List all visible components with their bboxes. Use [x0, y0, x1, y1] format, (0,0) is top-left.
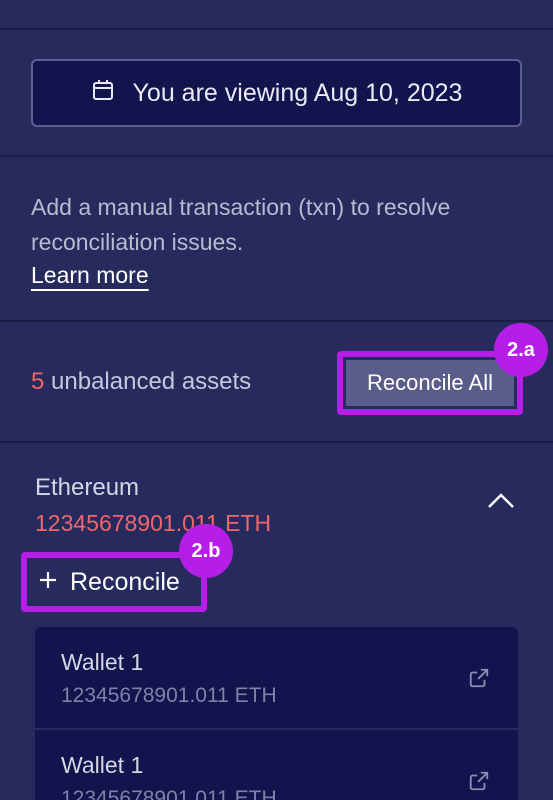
divider	[0, 155, 553, 157]
wallet-name: Wallet 1	[61, 752, 144, 778]
wallet-amount: 12345678901.011 ETH	[61, 684, 277, 707]
chevron-up-icon[interactable]	[486, 490, 516, 510]
unbalanced-label: unbalanced assets	[51, 368, 252, 395]
external-link-icon[interactable]	[468, 770, 490, 792]
wallet-list: Wallet 1 12345678901.011 ETH Wallet 1 12…	[35, 627, 518, 800]
external-link-icon[interactable]	[468, 667, 490, 689]
wallet-row[interactable]: Wallet 1 12345678901.011 ETH	[35, 627, 518, 730]
divider	[0, 320, 553, 322]
annotation-badge-2a: 2.a	[494, 323, 548, 377]
asset-amount: 12345678901.011 ETH	[35, 510, 272, 536]
learn-more-link[interactable]: Learn more	[31, 262, 149, 289]
wallet-name: Wallet 1	[61, 649, 144, 675]
asset-name: Ethereum	[35, 474, 140, 501]
reconcile-label: Reconcile	[70, 567, 180, 596]
wallet-row[interactable]: Wallet 1 12345678901.011 ETH	[35, 730, 518, 800]
reconcile-all-button[interactable]: Reconcile All	[346, 360, 514, 406]
reconcile-button[interactable]: Reconcile	[30, 560, 180, 604]
date-view-label: You are viewing Aug 10, 2023	[132, 78, 463, 107]
unbalanced-assets-summary: 5 unbalanced assets	[31, 368, 251, 396]
unbalanced-count: 5	[31, 368, 45, 395]
plus-icon	[38, 568, 58, 597]
divider	[0, 441, 553, 443]
info-text: Add a manual transaction (txn) to resolv…	[31, 194, 451, 255]
calendar-icon	[91, 78, 115, 109]
wallet-amount: 12345678901.011 ETH	[61, 787, 277, 800]
date-view-button[interactable]: You are viewing Aug 10, 2023	[31, 59, 522, 127]
top-divider	[0, 28, 553, 30]
annotation-badge-2b: 2.b	[179, 524, 233, 578]
